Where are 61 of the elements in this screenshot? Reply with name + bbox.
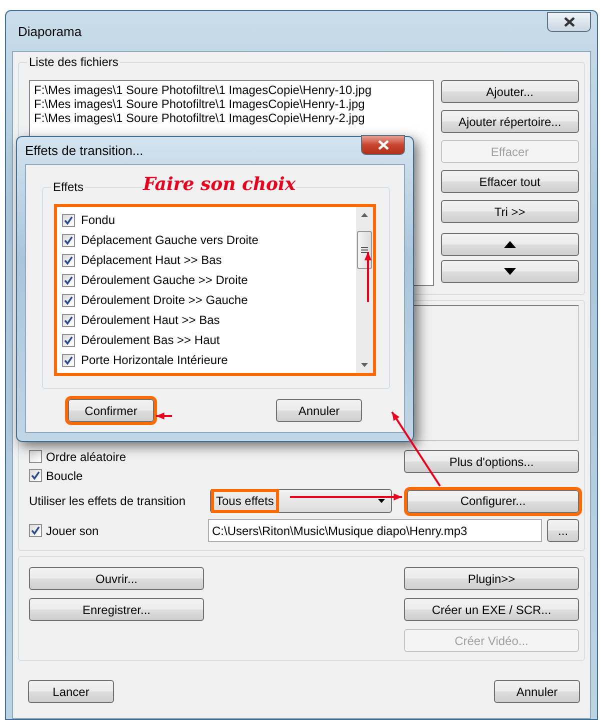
checkbox[interactable] bbox=[62, 274, 75, 286]
list-button[interactable]: Ajouter répertoire... bbox=[440, 110, 579, 133]
footer-button[interactable]: Lancer bbox=[28, 680, 114, 703]
up-triangle-icon bbox=[504, 241, 516, 248]
move-up-button[interactable] bbox=[440, 233, 579, 256]
annotation-arrow bbox=[156, 412, 172, 420]
annotation-arrow bbox=[364, 252, 372, 302]
action-button[interactable]: Plugin>> bbox=[404, 567, 579, 590]
file-item[interactable]: F:\Mes images\1 Soure Photofiltre\1 ImagesCopie\Henry-10.jpg bbox=[34, 83, 429, 97]
checkbox-label: Jouer son bbox=[46, 524, 99, 538]
sound-path-field[interactable]: C:\Users\Riton\Music\Musique diapo\Henry.mp3 bbox=[208, 519, 542, 542]
scroll-down-icon[interactable] bbox=[361, 363, 368, 367]
effect-label: Déroulement Haut >> Bas bbox=[81, 313, 220, 327]
close-button[interactable] bbox=[361, 134, 405, 154]
transition-dropdown[interactable]: Tous effets bbox=[210, 489, 392, 513]
checkbox-label: Boucle bbox=[46, 468, 83, 482]
transition-label: Utiliser les effets de transition bbox=[29, 494, 187, 508]
close-icon bbox=[564, 17, 574, 27]
effect-label: Fondu bbox=[81, 213, 116, 227]
down-triangle-icon bbox=[504, 268, 516, 275]
dropdown-caret-icon bbox=[378, 499, 385, 503]
effect-label: Porte Horizontale Intérieure bbox=[81, 353, 228, 367]
action-button[interactable]: Créer un EXE / SCR... bbox=[404, 598, 579, 621]
list-button[interactable]: Ajouter... bbox=[440, 80, 579, 103]
checkbox[interactable] bbox=[62, 294, 75, 306]
checkbox-label: Ordre aléatoire bbox=[46, 450, 126, 464]
file-item[interactable]: F:\Mes images\1 Soure Photofiltre\1 ImagesCopie\Henry-1.jpg bbox=[34, 97, 429, 111]
list-button[interactable]: Tri >> bbox=[440, 200, 579, 223]
grip-icon bbox=[361, 247, 368, 253]
scroll-up-icon[interactable] bbox=[361, 213, 368, 217]
more-options-button[interactable]: Plus d'options... bbox=[404, 450, 579, 473]
effects-list[interactable]: Fondu Déplacement Gauche vers Droite Déplacement Haut >> Bas Déroulement Gauche >> Droite Déroulement Droite >> Gauche Déroulement Haut >> Bas Déroulement Bas >> Haut Porte Horizontale Intérieure bbox=[54, 204, 376, 376]
checkbox[interactable] bbox=[62, 354, 75, 366]
list-button[interactable]: Effacer tout bbox=[440, 170, 579, 193]
checkbox[interactable] bbox=[62, 254, 75, 266]
action-button[interactable]: Ouvrir... bbox=[29, 567, 204, 590]
checkbox[interactable] bbox=[29, 524, 42, 537]
checkbox[interactable] bbox=[29, 450, 42, 463]
scrollbar[interactable] bbox=[356, 207, 373, 373]
window-title: Diaporama bbox=[18, 24, 82, 38]
move-down-button[interactable] bbox=[440, 260, 579, 283]
file-item[interactable]: F:\Mes images\1 Soure Photofiltre\1 ImagesCopie\Henry-2.jpg bbox=[34, 111, 429, 125]
effect-label: Déplacement Gauche vers Droite bbox=[81, 233, 258, 247]
effect-label: Déroulement Gauche >> Droite bbox=[81, 273, 248, 287]
checkbox[interactable] bbox=[62, 314, 75, 326]
checkbox[interactable] bbox=[29, 469, 42, 482]
checkbox[interactable] bbox=[62, 334, 75, 346]
effect-label: Déroulement Bas >> Haut bbox=[81, 333, 220, 347]
dialog-title: Effets de transition... bbox=[25, 143, 144, 158]
effect-label: Déplacement Haut >> Bas bbox=[81, 253, 222, 267]
close-icon bbox=[378, 140, 388, 150]
dropdown-value: Tous effets bbox=[214, 492, 276, 510]
effect-label: Déroulement Droite >> Gauche bbox=[81, 293, 248, 307]
action-button[interactable]: Enregistrer... bbox=[29, 598, 204, 621]
checkbox[interactable] bbox=[62, 214, 75, 226]
dialog-button[interactable]: Annuler bbox=[276, 399, 362, 422]
close-button[interactable] bbox=[547, 12, 591, 32]
footer-button[interactable]: Annuler bbox=[494, 680, 580, 703]
browse-button[interactable]: ... bbox=[547, 519, 579, 542]
dialog-button[interactable]: Confirmer bbox=[68, 399, 154, 422]
checkbox[interactable] bbox=[62, 234, 75, 246]
